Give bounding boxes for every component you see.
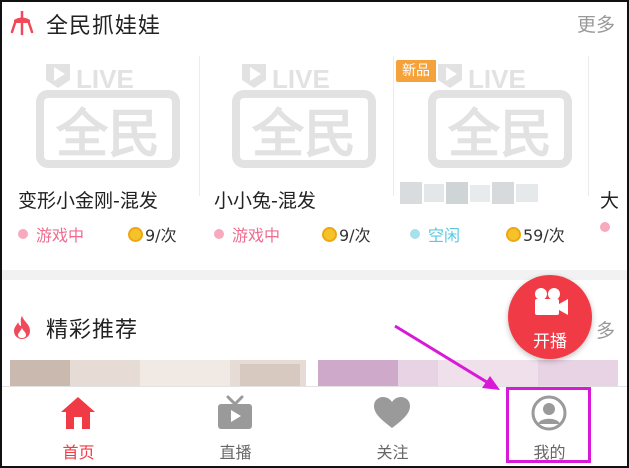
doll-card-price: 9/次 (128, 222, 177, 246)
highlight-box (506, 387, 591, 463)
start-live-button[interactable]: 开播 (508, 275, 592, 359)
flame-icon (14, 316, 30, 339)
blurred-name (400, 182, 538, 204)
doll-card-name: 变形小金刚-混发 (18, 190, 158, 212)
price-text: 59/次 (523, 226, 565, 245)
live-brand-placeholder: LIVE 全民 (36, 64, 180, 168)
status-text: 空闲 (428, 226, 461, 245)
section-title: 精彩推荐 (46, 318, 139, 343)
more-link-partial[interactable]: 多 (596, 316, 615, 343)
doll-card[interactable]: LIVE 全民 变形小金刚-混发 游戏中 9/次 (18, 48, 198, 270)
brand-text: 全民 (251, 105, 356, 165)
status-text: 游戏中 (36, 226, 85, 245)
card-divider (199, 56, 200, 196)
tv-icon (218, 395, 252, 429)
video-camera-icon (535, 288, 568, 315)
doll-card[interactable]: LIVE 全民 空闲 59/次 (400, 48, 590, 270)
section-title: 全民抓娃娃 (46, 14, 162, 39)
live-text: LIVE (468, 64, 526, 94)
nav-item-home[interactable]: 首页 (0, 387, 157, 468)
brand-text: 全民 (55, 105, 160, 165)
status-dot (410, 229, 420, 239)
card-divider (588, 56, 589, 196)
live-brand-placeholder: LIVE 全民 (428, 64, 572, 168)
heart-icon (374, 397, 410, 428)
nav-label: 首页 (62, 443, 95, 462)
card-divider (393, 56, 394, 196)
home-icon (61, 397, 95, 429)
live-brand-placeholder: LIVE 全民 (232, 64, 376, 168)
status-text: 游戏中 (232, 226, 281, 245)
doll-card-status: 游戏中 (18, 222, 84, 246)
doll-card-status: 游戏中 (214, 222, 280, 246)
doll-card-price: 59/次 (506, 222, 565, 246)
price-text: 9/次 (145, 226, 177, 245)
coin-icon (506, 226, 521, 242)
doll-card[interactable]: 大 (600, 48, 629, 270)
nav-label: 关注 (376, 443, 409, 462)
status-dot (600, 222, 610, 232)
recommend-thumbnail[interactable] (318, 360, 618, 386)
live-text: LIVE (76, 64, 134, 94)
doll-machine-list: LIVE 全民 变形小金刚-混发 游戏中 9/次 LIVE 全民 小小兔-混发 … (0, 48, 629, 270)
doll-card-status (600, 222, 618, 232)
doll-card-price: 9/次 (322, 222, 371, 246)
coin-icon (322, 226, 337, 242)
doll-card-name: 大 (600, 190, 620, 212)
nav-item-live[interactable]: 直播 (157, 387, 314, 468)
claw-machine-icon (10, 11, 34, 36)
nav-item-follow[interactable]: 关注 (314, 387, 471, 468)
doll-card-name: 小小兔-混发 (214, 190, 316, 212)
recommend-thumbnail[interactable] (10, 360, 306, 386)
nav-label: 直播 (219, 443, 252, 462)
more-link[interactable]: 更多 (577, 10, 615, 37)
status-dot (18, 229, 28, 239)
price-text: 9/次 (339, 226, 371, 245)
live-text: LIVE (272, 64, 330, 94)
new-badge: 新品 (396, 60, 436, 82)
brand-text: 全民 (447, 105, 552, 165)
doll-card[interactable]: LIVE 全民 小小兔-混发 游戏中 9/次 (214, 48, 394, 270)
section-header-doll: 全民抓娃娃 更多 (0, 0, 629, 46)
start-live-label: 开播 (533, 332, 567, 352)
doll-card-status: 空闲 (410, 222, 460, 246)
status-dot (214, 229, 224, 239)
coin-icon (128, 226, 143, 242)
